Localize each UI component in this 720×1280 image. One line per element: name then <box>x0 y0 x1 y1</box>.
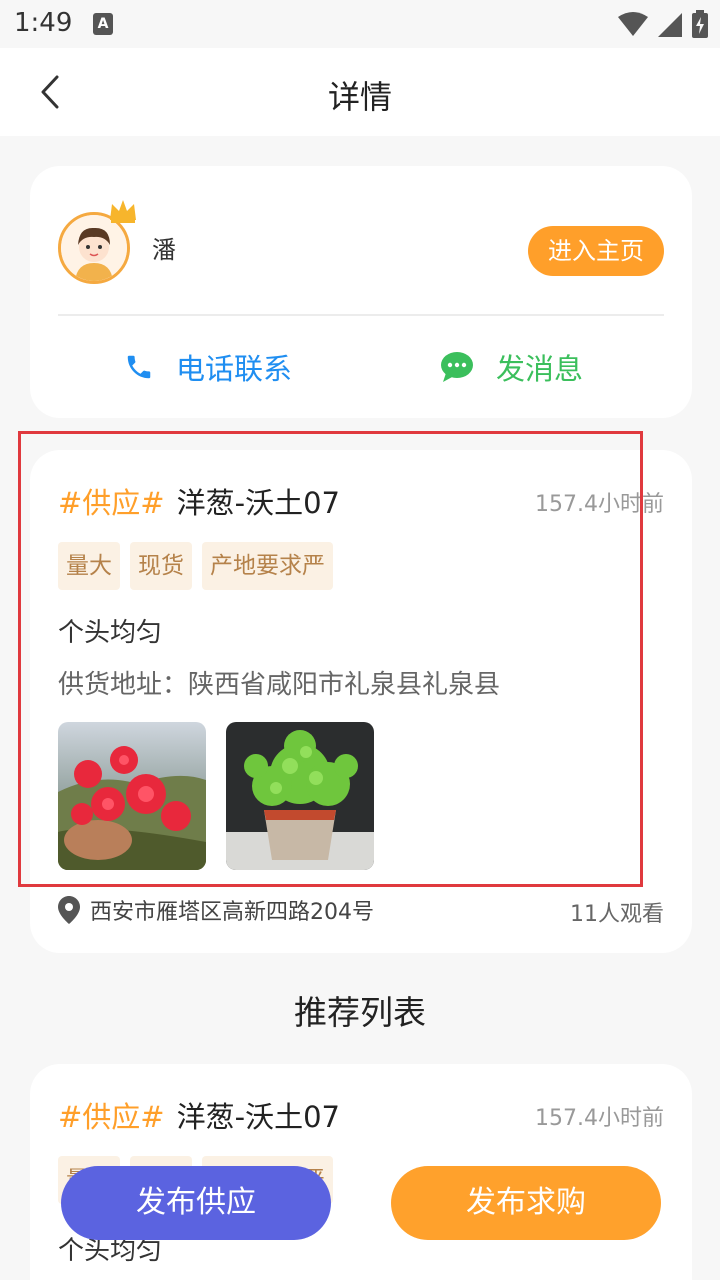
rec-post-title: #供应# 洋葱-沃土07 <box>58 1094 340 1136</box>
status-time: 1:49 <box>14 8 73 38</box>
photo-gallery <box>58 722 374 870</box>
app-header: 详情 <box>0 48 720 136</box>
post-time: 157.4小时前 <box>535 492 664 517</box>
recommend-section-title: 推荐列表 <box>294 993 426 1032</box>
divider <box>58 314 664 316</box>
tag-item: 量大 <box>58 542 120 590</box>
page-title: 详情 <box>327 78 392 116</box>
user-card: 潘 进入主页 电话联系 发消息 <box>30 166 692 418</box>
phone-contact-label: 电话联系 <box>176 352 293 386</box>
potted-mint-image <box>226 722 374 870</box>
photo-potted-plant[interactable] <box>226 722 374 870</box>
chat-bubble-icon <box>441 352 473 382</box>
publish-buy-button[interactable]: 发布求购 <box>391 1166 661 1240</box>
tag-item: 现货 <box>130 542 192 590</box>
status-bar: 1:49 A <box>0 0 720 48</box>
rec-post-type-tag: #供应# <box>58 1100 165 1134</box>
post-description: 个头均匀 <box>58 618 163 648</box>
user-name: 潘 <box>152 236 176 264</box>
wifi-icon <box>618 12 648 36</box>
location-text: 西安市雁塔区高新四路204号 <box>90 900 374 925</box>
post-title-text: 洋葱-沃土07 <box>176 486 340 520</box>
red-flowers-image <box>58 722 206 870</box>
enter-homepage-button[interactable]: 进入主页 <box>528 226 664 276</box>
post-detail-card: #供应# 洋葱-沃土07 157.4小时前 量大 现货 产地要求严 个头均匀 供货… <box>30 450 692 953</box>
post-tags: 量大 现货 产地要求严 <box>58 542 333 590</box>
post-title: #供应# 洋葱-沃土07 <box>58 480 340 522</box>
battery-icon <box>692 10 708 38</box>
location-row: 西安市雁塔区高新四路204号 <box>58 894 374 926</box>
phone-contact-button[interactable]: 电话联系 <box>124 346 292 388</box>
photo-red-flowers[interactable] <box>58 722 206 870</box>
avatar-illustration-icon <box>61 215 127 281</box>
rec-post-time: 157.4小时前 <box>535 1106 664 1131</box>
status-icons <box>618 10 708 38</box>
publish-supply-button[interactable]: 发布供应 <box>61 1166 331 1240</box>
supply-address: 供货地址：陕西省咸阳市礼泉县礼泉县 <box>58 670 501 700</box>
notification-a-icon: A <box>93 13 113 35</box>
post-type-tag: #供应# <box>58 486 165 520</box>
crown-icon <box>110 200 136 223</box>
phone-icon <box>127 355 151 379</box>
send-message-label: 发消息 <box>496 352 584 386</box>
location-pin-icon <box>58 896 80 924</box>
signal-icon <box>658 13 682 37</box>
view-count: 11人观看 <box>570 902 664 927</box>
send-message-button[interactable]: 发消息 <box>440 346 583 388</box>
tag-item: 产地要求严 <box>202 542 333 590</box>
rec-post-title-text: 洋葱-沃土07 <box>176 1100 340 1134</box>
